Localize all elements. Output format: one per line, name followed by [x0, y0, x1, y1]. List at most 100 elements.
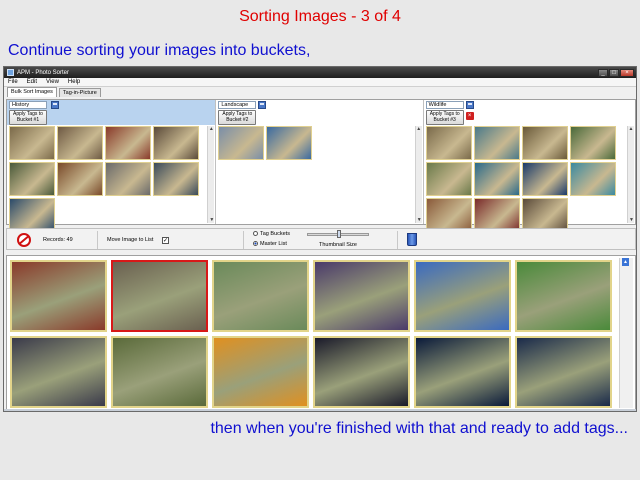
master-image-thumbnail[interactable] — [515, 260, 612, 332]
taskbar — [4, 409, 636, 411]
apply-tags-button[interactable]: Apply Tags to Bucket #2 — [218, 110, 257, 125]
radio-button[interactable] — [253, 231, 258, 237]
menu-edit[interactable]: Edit — [27, 79, 37, 85]
scroll-up-arrow[interactable]: ▲ — [416, 126, 422, 132]
bucket-landscape: Landscape Apply Tags to Bucket #2 ▲ ▼ — [216, 100, 424, 224]
scroll-up-arrow[interactable]: ▲ — [622, 258, 629, 266]
master-image-thumbnail[interactable] — [414, 260, 511, 332]
image-thumbnail[interactable] — [153, 126, 199, 160]
radio-button[interactable] — [253, 241, 258, 247]
move-image-label: Move Image to List — [107, 237, 154, 243]
master-list-option[interactable]: Master List — [253, 241, 287, 247]
master-image-thumbnail[interactable] — [515, 336, 612, 408]
image-thumbnail[interactable] — [9, 198, 55, 232]
bucket-thumbs — [425, 126, 625, 232]
bucket-header: History Apply Tags to Bucket #1 — [7, 100, 216, 125]
tag-buckets-option[interactable]: Tag Buckets — [253, 231, 290, 237]
save-icon[interactable] — [465, 101, 474, 109]
tag-buckets-label: Tag Buckets — [260, 231, 290, 237]
scroll-down-arrow[interactable]: ▼ — [628, 217, 635, 223]
maximize-button[interactable]: □ — [609, 68, 619, 77]
image-thumbnail[interactable] — [425, 198, 472, 232]
image-thumbnail[interactable] — [266, 126, 313, 160]
scroll-up-arrow[interactable]: ▲ — [628, 126, 634, 132]
close-button[interactable]: × — [620, 68, 634, 77]
bucket-name-field[interactable]: History — [9, 101, 47, 109]
image-thumbnail[interactable] — [153, 162, 199, 196]
bucket-thumbs — [9, 126, 205, 232]
image-thumbnail[interactable] — [473, 198, 520, 232]
app-icon — [7, 69, 14, 76]
tab-bar: Bulk Sort Images Tag-in-Picture — [4, 87, 636, 97]
menu-help[interactable]: Help — [68, 79, 80, 85]
image-thumbnail[interactable] — [569, 126, 616, 160]
image-thumbnail[interactable] — [425, 126, 472, 160]
bucket-thumbs — [218, 126, 412, 160]
master-image-thumbnail[interactable] — [212, 336, 309, 408]
vertical-scrollbar[interactable]: ▲ ▼ — [414, 126, 423, 223]
master-image-thumbnail[interactable] — [313, 260, 410, 332]
bucket-header: Wildlife Apply Tags to Bucket #3 × — [424, 100, 635, 125]
image-thumbnail[interactable] — [57, 162, 103, 196]
image-thumbnail[interactable] — [521, 198, 568, 232]
image-thumbnail[interactable] — [105, 162, 151, 196]
trash-icon[interactable] — [407, 233, 417, 246]
bucket-header: Landscape Apply Tags to Bucket #2 — [216, 100, 422, 125]
title-bar: APM - Photo Sorter _ □ × — [4, 67, 636, 78]
no-entry-icon[interactable] — [17, 233, 31, 247]
window-buttons: _ □ × — [598, 68, 636, 77]
image-thumbnail[interactable] — [473, 162, 520, 196]
image-thumbnail[interactable] — [473, 126, 520, 160]
master-image-thumbnail[interactable] — [111, 336, 208, 408]
menu-view[interactable]: View — [46, 79, 59, 85]
image-thumbnail[interactable] — [57, 126, 103, 160]
separator — [243, 231, 244, 249]
master-list-panel: ▲ — [6, 255, 636, 411]
tab-bulk-sort[interactable]: Bulk Sort Images — [7, 87, 57, 97]
minimize-button[interactable]: _ — [598, 68, 608, 77]
middle-toolbar: Records: 49 Move Image to List ✓ Tag Buc… — [6, 228, 636, 250]
delete-bucket-icon[interactable]: × — [465, 112, 474, 120]
image-thumbnail[interactable] — [105, 126, 151, 160]
separator — [97, 231, 98, 249]
image-thumbnail[interactable] — [9, 162, 55, 196]
save-icon[interactable] — [258, 101, 267, 109]
apply-tags-button[interactable]: Apply Tags to Bucket #1 — [9, 110, 47, 125]
image-thumbnail[interactable] — [521, 162, 568, 196]
scroll-up-arrow[interactable]: ▲ — [208, 126, 214, 132]
master-image-thumbnail[interactable] — [10, 260, 107, 332]
image-thumbnail[interactable] — [425, 162, 472, 196]
image-thumbnail[interactable] — [521, 126, 568, 160]
records-count: Records: 49 — [43, 237, 73, 243]
tab-tag-in-picture[interactable]: Tag-in-Picture — [58, 88, 101, 97]
vertical-scrollbar[interactable]: ▲ ▼ — [627, 126, 634, 223]
master-scrollbar[interactable]: ▲ — [619, 258, 633, 408]
scroll-down-arrow[interactable]: ▼ — [416, 217, 423, 223]
image-thumbnail[interactable] — [9, 126, 55, 160]
apply-tags-button[interactable]: Apply Tags to Bucket #3 — [425, 110, 464, 125]
image-thumbnail[interactable] — [218, 126, 265, 160]
master-image-thumbnail[interactable] — [313, 336, 410, 408]
slider-handle[interactable] — [337, 230, 341, 238]
bucket-panel: History Apply Tags to Bucket #1 ▲ ▼ Land… — [6, 99, 636, 232]
bucket-name-field[interactable]: Landscape — [218, 101, 257, 109]
separator — [397, 231, 398, 249]
move-image-checkbox[interactable]: ✓ — [162, 237, 169, 244]
master-image-thumbnail[interactable] — [212, 260, 309, 332]
slide-title: Sorting Images - 3 of 4 — [239, 8, 401, 25]
master-image-thumbnail[interactable] — [414, 336, 511, 408]
bucket-wildlife: Wildlife Apply Tags to Bucket #3 × ▲ ▼ — [424, 100, 635, 232]
window-title: APM - Photo Sorter — [17, 69, 70, 76]
master-image-thumbnail[interactable] — [111, 260, 208, 332]
bucket-history: History Apply Tags to Bucket #1 ▲ ▼ — [7, 100, 217, 232]
vertical-scrollbar[interactable]: ▲ ▼ — [207, 126, 215, 223]
menu-bar: File Edit View Help — [4, 78, 636, 87]
save-icon[interactable] — [51, 101, 59, 109]
master-list-label: Master List — [260, 241, 287, 247]
master-image-thumbnail[interactable] — [10, 336, 107, 408]
bucket-name-field[interactable]: Wildlife — [425, 101, 464, 109]
image-thumbnail[interactable] — [569, 162, 616, 196]
thumbnail-size-label: Thumbnail Size — [319, 242, 357, 248]
menu-file[interactable]: File — [8, 79, 18, 85]
scroll-down-arrow[interactable]: ▼ — [208, 217, 215, 223]
